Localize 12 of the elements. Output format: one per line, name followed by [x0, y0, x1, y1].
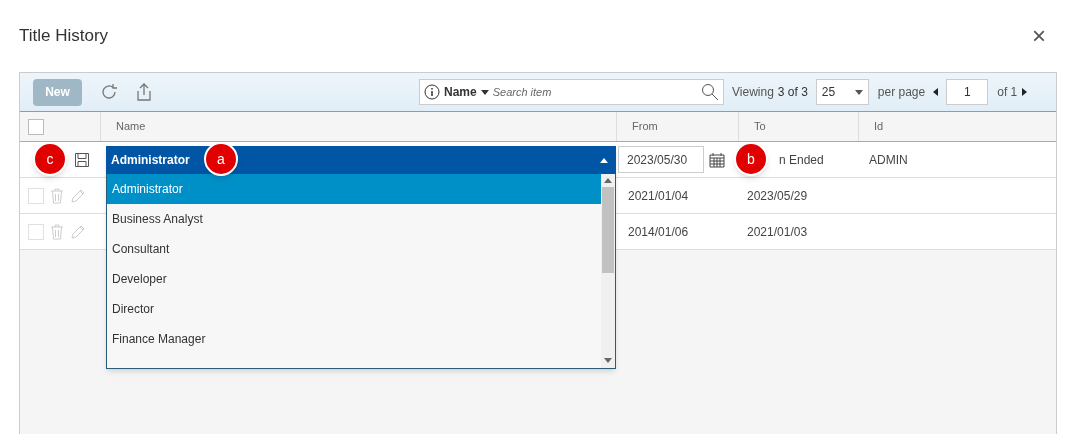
per-page-label: per page [877, 84, 926, 101]
dialog-title: Title History [19, 25, 109, 48]
viewing-label: Viewing [732, 84, 774, 101]
table-cell: 2021/01/03 [747, 224, 808, 239]
table-cell-text: 2021/01/04 [627, 187, 689, 205]
table-cell: 2023/05/29 [747, 188, 808, 203]
table-cell-text: n Ended [778, 152, 824, 167]
viewing-count: 3 of 3 [777, 84, 808, 101]
table-cell: ADMIN [869, 152, 908, 167]
table-cell-text: 2014/01/06 [627, 223, 689, 241]
search-placeholder: Search item [492, 84, 553, 100]
page-count: of 1 [997, 84, 1018, 101]
